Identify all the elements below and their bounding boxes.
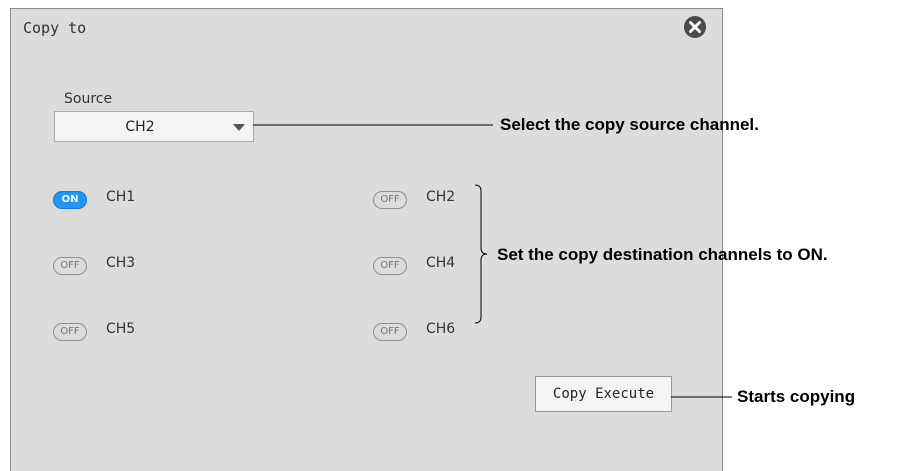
annotation-execute: Starts copying <box>737 387 856 406</box>
annotation-destination: Set the copy destination channels to ON. <box>497 245 828 264</box>
annotation-source: Select the copy source channel. <box>500 115 759 134</box>
